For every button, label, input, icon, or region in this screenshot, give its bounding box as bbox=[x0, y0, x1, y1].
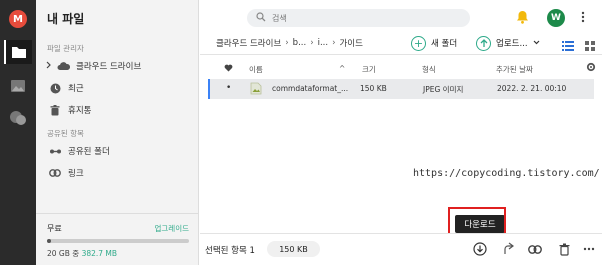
sidebar-item-trash[interactable]: 휴지통 bbox=[48, 102, 91, 118]
chevron-right-icon: › bbox=[285, 38, 289, 48]
column-header-added[interactable]: 추가된 날짜 bbox=[496, 64, 533, 75]
sidebar-item-label: 휴지통 bbox=[68, 106, 92, 116]
breadcrumb-item[interactable]: b... bbox=[293, 38, 307, 48]
sidebar-item-label: 공유된 폴더 bbox=[68, 147, 110, 157]
usage-used: 382.7 MB bbox=[81, 249, 118, 258]
sidebar-item-shared-folders[interactable]: 공유된 폴더 bbox=[48, 143, 110, 159]
column-header-size[interactable]: 크기 bbox=[362, 64, 376, 75]
breadcrumb-item-current: 가이드 bbox=[339, 39, 363, 49]
file-format: JPEG 이미지 bbox=[423, 85, 464, 94]
new-folder-label: 새 폴더 bbox=[431, 39, 458, 49]
section-shared: 공유된 항목 bbox=[47, 129, 84, 138]
breadcrumb: 클라우드 드라이브 › b... › i... › 가이드 bbox=[216, 37, 363, 49]
sidebar-item-recent[interactable]: 최근 bbox=[48, 80, 84, 96]
file-name[interactable]: commdataformat_... bbox=[272, 84, 348, 93]
upload-label: 업로드... bbox=[496, 39, 528, 49]
storage-panel: 무료 업그레이드 20 GB 중 382.7 MB bbox=[36, 213, 198, 265]
sidebar-item-label: 클라우드 드라이브 bbox=[76, 62, 142, 72]
storage-usage: 20 GB 중 382.7 MB bbox=[47, 248, 117, 259]
file-added-date: 2022. 2. 21. 00:10 bbox=[497, 84, 567, 93]
watermark-url: https://copycoding.tistory.com/ bbox=[413, 168, 600, 179]
selected-size: 150 KB bbox=[267, 241, 320, 257]
toolbar: 클라우드 드라이브 › b... › i... › 가이드 + 새 폴더 업로드… bbox=[200, 31, 602, 55]
upgrade-link[interactable]: 업그레이드 bbox=[155, 223, 190, 234]
column-settings-icon[interactable] bbox=[586, 62, 596, 74]
selection-bar: 선택된 항목 1 150 KB bbox=[200, 233, 602, 265]
plus-icon: + bbox=[411, 35, 426, 51]
file-size: 150 KB bbox=[360, 84, 387, 93]
grid-view-icon[interactable] bbox=[585, 37, 595, 55]
breadcrumb-item[interactable]: 클라우드 드라이브 bbox=[216, 37, 281, 49]
search-input[interactable] bbox=[272, 13, 452, 23]
link-icon[interactable] bbox=[527, 241, 543, 257]
sidebar-item-label: 최근 bbox=[68, 84, 84, 94]
app-rail: M bbox=[0, 0, 36, 265]
shared-folder-icon bbox=[48, 147, 62, 156]
list-view-icon[interactable] bbox=[562, 37, 574, 55]
upload-arrow-icon bbox=[476, 35, 491, 51]
download-icon[interactable] bbox=[472, 241, 488, 257]
cloud-icon bbox=[56, 61, 70, 71]
usage-total: 20 GB 중 bbox=[47, 249, 80, 258]
page-title: 내 파일 bbox=[47, 12, 85, 26]
column-header-format[interactable]: 형식 bbox=[422, 64, 436, 75]
more-options-icon[interactable] bbox=[581, 241, 597, 257]
apps-menu-icon[interactable] bbox=[578, 11, 588, 26]
chevron-right-icon[interactable] bbox=[46, 61, 54, 72]
clock-icon bbox=[48, 83, 62, 94]
search-box[interactable] bbox=[247, 9, 470, 27]
link-icon bbox=[48, 169, 62, 177]
search-icon bbox=[256, 11, 266, 25]
chevron-down-icon bbox=[533, 38, 540, 48]
row-dot-icon: • bbox=[226, 83, 232, 93]
sidebar: 내 파일 파일 관리자 클라우드 드라이브 최근 휴지통 공유된 항목 공유된 … bbox=[36, 0, 199, 265]
sidebar-item-links[interactable]: 링크 bbox=[48, 165, 84, 181]
chevron-right-icon: › bbox=[332, 38, 336, 48]
upload-button[interactable]: 업로드... bbox=[476, 34, 540, 52]
storage-bar bbox=[47, 239, 189, 243]
new-folder-button[interactable]: + 새 폴더 bbox=[411, 34, 457, 52]
sort-up-icon[interactable]: ^ bbox=[339, 64, 345, 73]
selected-count: 선택된 항목 1 bbox=[205, 246, 255, 256]
storage-bar-fill bbox=[47, 239, 52, 243]
column-header-name[interactable]: 이름 bbox=[249, 64, 263, 75]
bell-icon[interactable] bbox=[516, 10, 529, 27]
section-file-manager: 파일 관리자 bbox=[47, 44, 84, 53]
avatar[interactable]: W bbox=[547, 9, 565, 27]
trash-icon bbox=[48, 104, 62, 116]
share-link-icon[interactable] bbox=[501, 241, 517, 257]
sidebar-item-label: 링크 bbox=[68, 169, 84, 179]
table-row[interactable]: • commdataformat_... 150 KB JPEG 이미지 202… bbox=[208, 79, 594, 99]
breadcrumb-item[interactable]: i... bbox=[318, 38, 328, 48]
chat-app-icon[interactable] bbox=[6, 106, 30, 130]
sidebar-item-cloud-drive[interactable]: 클라우드 드라이브 bbox=[46, 58, 142, 74]
table-header: 이름 ^ 크기 형식 추가된 날짜 bbox=[200, 60, 602, 78]
chevron-right-icon: › bbox=[310, 38, 314, 48]
files-app-icon[interactable] bbox=[4, 40, 32, 64]
trash-icon[interactable] bbox=[556, 241, 572, 257]
favorite-column-icon[interactable] bbox=[224, 64, 233, 74]
photos-app-icon[interactable] bbox=[6, 74, 30, 98]
mega-logo[interactable]: M bbox=[9, 10, 27, 28]
image-file-icon bbox=[250, 82, 262, 97]
plan-label: 무료 bbox=[47, 224, 62, 233]
